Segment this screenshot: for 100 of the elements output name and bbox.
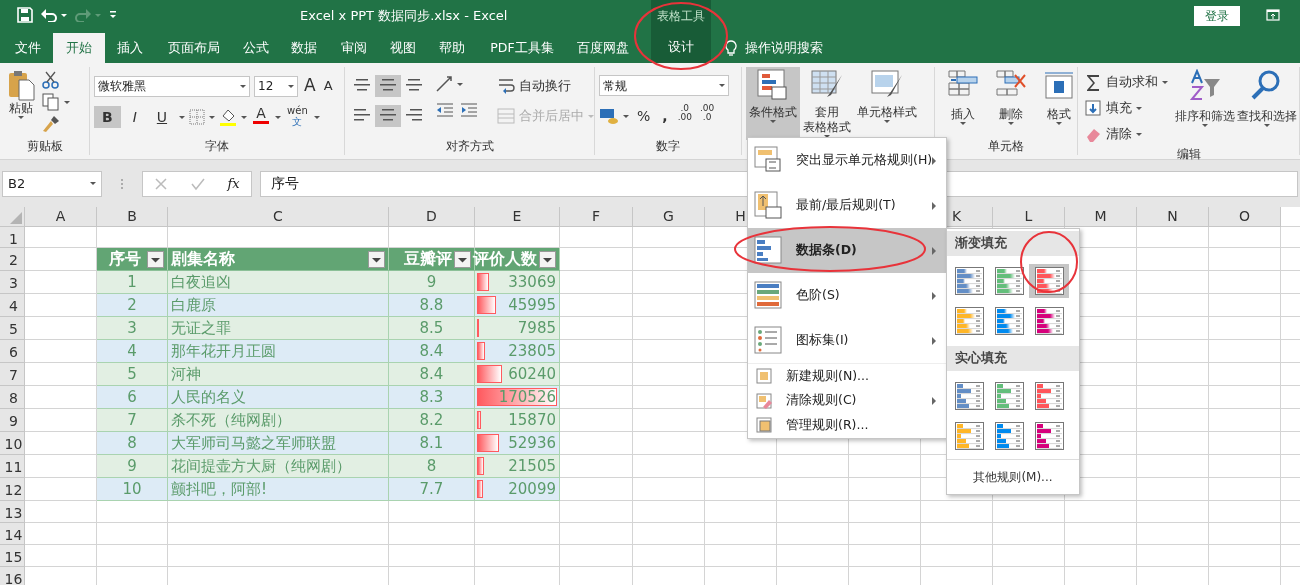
restore-icon[interactable] (1266, 9, 1280, 21)
row-header[interactable]: 9 (0, 409, 25, 432)
row-header[interactable]: 13 (0, 501, 25, 523)
row-header[interactable]: 12 (0, 478, 25, 501)
column-header[interactable]: G (633, 207, 705, 227)
row-header[interactable]: 15 (0, 545, 25, 567)
row-header[interactable]: 14 (0, 523, 25, 545)
column-header[interactable]: F (560, 207, 633, 227)
save-icon[interactable] (17, 7, 33, 23)
customize-icon[interactable] (109, 11, 117, 19)
paste-button[interactable]: 粘贴 (4, 67, 38, 137)
column-header[interactable]: N (1137, 207, 1209, 227)
fill-color-icon[interactable] (219, 108, 238, 126)
tell-me-search[interactable]: 操作说明搜索 (745, 38, 823, 58)
row-header[interactable]: 6 (0, 340, 25, 363)
ribbon-tab[interactable]: 设计 (651, 30, 711, 63)
row-header[interactable]: 1 (0, 227, 25, 248)
increase-decimal-button[interactable]: .0 .00 (675, 104, 694, 128)
row-number: 10 (122, 478, 142, 500)
ribbon-tab[interactable]: 视图 (379, 33, 427, 63)
manage-rules-icon (756, 417, 772, 434)
percent-button[interactable]: % (633, 105, 655, 127)
font-name-select[interactable]: 微软雅黑 (94, 75, 250, 97)
underline-button[interactable]: U (148, 106, 176, 128)
font-color-button[interactable]: A (251, 106, 272, 128)
ribbon-tab[interactable]: 页面布局 (155, 33, 233, 63)
rating: 8.3 (419, 386, 444, 408)
number-format-select[interactable]: 常规 (599, 75, 729, 96)
cut-icon[interactable] (42, 71, 60, 89)
delete-button[interactable]: 删除 (987, 67, 1035, 137)
menu-item[interactable]: 管理规则(R)... (748, 413, 946, 438)
filter-button[interactable] (368, 250, 385, 268)
format-painter-icon[interactable] (42, 115, 60, 133)
copy-icon[interactable] (42, 93, 60, 111)
ribbon-tab[interactable]: PDF工具集 (477, 33, 567, 63)
clear-button[interactable]: 清除 (1082, 123, 1170, 145)
column-header[interactable]: E (475, 207, 560, 227)
ribbon-tab[interactable]: 帮助 (427, 33, 477, 63)
caret-icon (719, 84, 725, 87)
center-icon[interactable] (375, 105, 401, 127)
sort-filter-button[interactable]: 排序和筛选 (1174, 67, 1236, 145)
row-header[interactable]: 16 (0, 567, 25, 585)
column-header[interactable]: D (389, 207, 475, 227)
row-header[interactable]: 4 (0, 294, 25, 317)
menu-item[interactable]: 色阶(S) (748, 273, 946, 318)
row-header[interactable]: 10 (0, 432, 25, 455)
italic-button[interactable]: I (124, 106, 145, 128)
ribbon-tab[interactable]: 插入 (105, 33, 155, 63)
menu-item[interactable]: 新建规则(N)... (748, 364, 946, 389)
font-size-select[interactable]: 12 (254, 75, 298, 97)
ribbon-tab[interactable]: 公式 (233, 33, 279, 63)
wrap-text-button[interactable]: 自动换行 (495, 75, 596, 97)
name-box[interactable]: B2 (2, 170, 102, 197)
caret-icon (209, 115, 216, 119)
grow-font-button[interactable]: A (302, 75, 318, 97)
column-header[interactable]: O (1209, 207, 1281, 227)
column-header[interactable]: C (168, 207, 389, 227)
ribbon-tab[interactable]: 文件 (3, 33, 53, 63)
row-header[interactable]: 2 (0, 248, 25, 271)
menu-item[interactable]: 突出显示单元格规则(H) (748, 138, 946, 183)
column-header[interactable]: A (25, 207, 97, 227)
row-header[interactable]: 5 (0, 317, 25, 340)
ribbon-tab[interactable]: 百度网盘 (567, 33, 639, 63)
row-header[interactable]: 8 (0, 386, 25, 409)
filter-button[interactable] (539, 250, 556, 268)
insert-button[interactable]: 插入 (939, 67, 987, 137)
menu-item[interactable]: 清除规则(C) (748, 388, 946, 413)
find-select-button[interactable]: 查找和选择 (1236, 67, 1298, 145)
autosum-button[interactable]: 自动求和 (1082, 71, 1170, 93)
column-header[interactable]: M (1065, 207, 1137, 227)
menu-item[interactable]: 图标集(I) (748, 318, 946, 363)
currency-icon[interactable] (599, 107, 619, 125)
comma-button[interactable]: , (658, 105, 672, 127)
bold-button[interactable]: B (94, 106, 121, 128)
orientation-icon[interactable] (435, 75, 453, 93)
more-rules-item[interactable]: 其他规则(M)... (947, 458, 1079, 492)
insert-function-button[interactable]: fx (227, 173, 240, 194)
ribbon-tab[interactable]: 开始 (53, 33, 105, 63)
row-header[interactable]: 7 (0, 363, 25, 386)
row-header[interactable]: 3 (0, 271, 25, 294)
filter-button[interactable] (454, 250, 471, 268)
decrease-indent-icon[interactable] (435, 101, 455, 119)
undo-icon[interactable] (41, 8, 57, 22)
row-header[interactable]: 11 (0, 455, 25, 478)
ribbon-tab[interactable]: 审阅 (329, 33, 379, 63)
decrease-decimal-button[interactable]: .00 .0 (697, 104, 717, 128)
fill-button[interactable]: 填充 (1082, 97, 1170, 119)
caret-icon (1162, 80, 1168, 84)
shrink-font-button[interactable]: A (321, 75, 335, 97)
format-button[interactable]: 格式 (1035, 67, 1083, 137)
filter-button[interactable] (147, 250, 164, 268)
ribbon-tab[interactable]: 数据 (279, 33, 329, 63)
middle-align-icon[interactable] (375, 75, 401, 97)
column-header[interactable]: L (993, 207, 1065, 227)
column-header[interactable]: B (97, 207, 168, 227)
increase-indent-icon[interactable] (459, 101, 479, 119)
conditional-formatting-button[interactable]: 条件格式 (746, 67, 800, 140)
phonetic-button[interactable]: wén 文 (285, 105, 310, 129)
sign-in-button[interactable]: 登录 (1194, 6, 1240, 26)
menu-item[interactable]: 数据条(D) (748, 228, 946, 273)
